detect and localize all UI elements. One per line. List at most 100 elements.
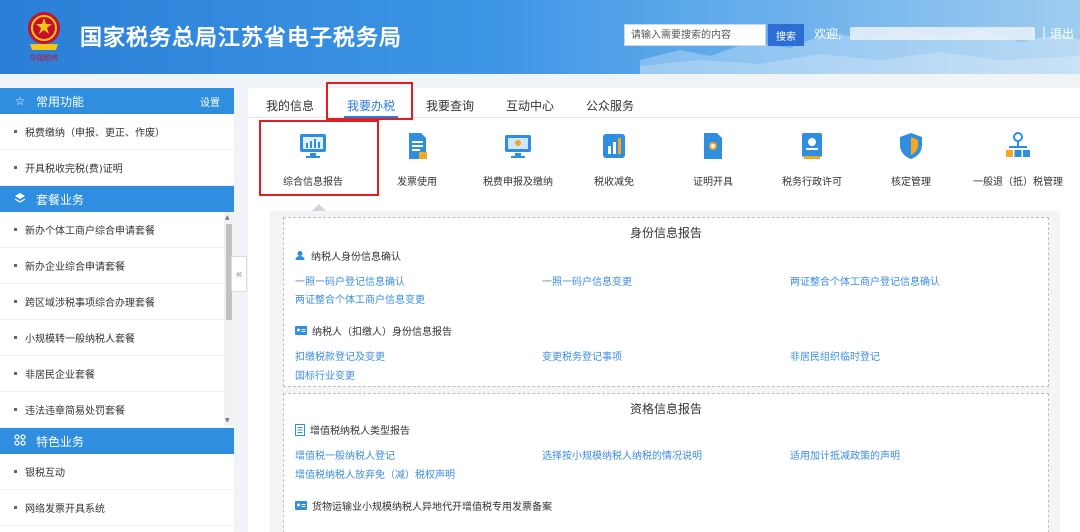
search-button[interactable]: 搜索 bbox=[768, 24, 804, 46]
layers-icon bbox=[12, 192, 28, 207]
function-tax-reduction[interactable]: 税收减免 bbox=[566, 132, 662, 188]
sidebar-item-label: 网络发票开具系统 bbox=[25, 504, 105, 515]
identity-report-heading: 纳税人（扣缴人）身份信息报告 bbox=[295, 323, 452, 338]
tab-query[interactable]: 我要查询 bbox=[426, 97, 474, 114]
shield-icon bbox=[900, 133, 922, 159]
sidebar-item-label: 税费缴纳（申报、更正、作废） bbox=[25, 128, 165, 139]
sidebar-section-common[interactable]: ☆ 常用功能 设置 bbox=[0, 88, 234, 114]
sidebar-item-tax-payment[interactable]: 税费缴纳（申报、更正、作废） bbox=[0, 114, 234, 150]
bullet-icon bbox=[14, 130, 17, 133]
bullet-icon bbox=[14, 228, 17, 231]
function-detail-panel: 身份信息报告 纳税人身份信息确认 一照一码户登记信息确认 一照一码户信息变更 两… bbox=[270, 211, 1060, 532]
site-title: 国家税务总局江苏省电子税务局 bbox=[80, 26, 403, 51]
link-small-scale-statement[interactable]: 选择按小规模纳税人纳税的情况说明 bbox=[542, 447, 702, 462]
sidebar-item-package[interactable]: 非居民企业套餐 bbox=[0, 356, 234, 392]
grid-icon bbox=[12, 433, 28, 449]
sub-heading-label: 增值税纳税人类型报告 bbox=[310, 426, 410, 437]
sidebar-item-label: 违法违章简易处罚套餐 bbox=[25, 406, 125, 417]
function-tax-declaration[interactable]: 税费申报及缴纳 bbox=[470, 132, 566, 188]
id-card-icon bbox=[295, 326, 307, 335]
bullet-icon bbox=[14, 408, 17, 411]
function-admin-license[interactable]: 税务行政许可 bbox=[764, 132, 860, 188]
qualification-report-box: 资格信息报告 增值税纳税人类型报告 增值税一般纳税人登记 选择按小规模纳税人纳税… bbox=[283, 393, 1049, 532]
welcome-text: 欢迎, bbox=[814, 27, 842, 41]
sidebar-item-package[interactable]: 违法违章简易处罚套餐 bbox=[0, 392, 234, 428]
sub-heading-label: 货物运输业小规模纳税人异地代开增值税专用发票备案 bbox=[312, 502, 552, 513]
sidebar: ☆ 常用功能 设置 税费缴纳（申报、更正、作废） 开具税收完税(费)证明 套餐业… bbox=[0, 88, 234, 532]
bullet-icon bbox=[14, 372, 17, 375]
tab-highlight-box bbox=[326, 82, 413, 120]
link-vat-general-registration[interactable]: 增值税一般纳税人登记 bbox=[295, 447, 395, 462]
scroll-down-icon[interactable]: ▼ bbox=[225, 417, 230, 424]
function-label: 税收减免 bbox=[594, 177, 634, 188]
bullet-icon bbox=[14, 166, 17, 169]
section-title: 套餐业务 bbox=[36, 192, 85, 207]
section-title: 常用功能 bbox=[36, 94, 85, 109]
sidebar-item-package[interactable]: 跨区域涉税事项综合办理套餐 bbox=[0, 284, 234, 320]
license-icon bbox=[802, 133, 822, 159]
sidebar-item-package[interactable]: 新办个体工商户综合申请套餐 bbox=[0, 212, 234, 248]
svg-text:中国税务: 中国税务 bbox=[30, 53, 58, 62]
package-list: 新办个体工商户综合申请套餐 新办企业综合申请套餐 跨区域涉税事项综合办理套餐 小… bbox=[0, 212, 234, 428]
sidebar-item-label: 非居民企业套餐 bbox=[25, 370, 95, 381]
panel-pointer bbox=[312, 204, 326, 211]
sub-heading-label: 纳税人（扣缴人）身份信息报告 bbox=[312, 327, 452, 338]
sidebar-item-package[interactable]: 小规模转一般纳税人套餐 bbox=[0, 320, 234, 356]
function-certificate-issuing[interactable]: 证明开具 bbox=[665, 132, 761, 188]
logout-link[interactable]: 退出 bbox=[1050, 25, 1074, 42]
function-label: 核定管理 bbox=[891, 177, 931, 188]
certificate-icon bbox=[704, 133, 722, 159]
star-icon: ☆ bbox=[14, 94, 26, 108]
sidebar-section-packages[interactable]: 套餐业务 bbox=[0, 186, 234, 212]
tab-interaction[interactable]: 互动中心 bbox=[506, 97, 554, 114]
section-title: 特色业务 bbox=[36, 434, 85, 449]
id-card-icon bbox=[295, 501, 307, 510]
link-individual-info-change[interactable]: 两证整合个体工商户信息变更 bbox=[295, 291, 425, 306]
function-highlight-box bbox=[259, 120, 379, 196]
top-banner: 中国税务 国家税务总局江苏省电子税务局 搜索 欢迎, | 退出 bbox=[0, 0, 1080, 74]
sidebar-item-label: 新办企业综合申请套餐 bbox=[25, 262, 125, 273]
function-label: 发票使用 bbox=[397, 177, 437, 188]
scroll-up-icon[interactable]: ▲ bbox=[225, 214, 230, 221]
search-input[interactable] bbox=[624, 24, 766, 46]
sidebar-scrollbar[interactable]: ▲ ▼ bbox=[224, 212, 234, 426]
link-waive-exemption-statement[interactable]: 增值税纳税人放弃免（减）税权声明 bbox=[295, 466, 455, 481]
function-tax-refund[interactable]: 一般退（抵）税管理 bbox=[960, 132, 1076, 188]
bullet-icon bbox=[14, 506, 17, 509]
sidebar-item-online-invoice[interactable]: 网络发票开具系统 bbox=[0, 490, 234, 526]
sidebar-item-tax-certificate[interactable]: 开具税收完税(费)证明 bbox=[0, 150, 234, 186]
tab-my-info[interactable]: 我的信息 bbox=[266, 97, 314, 114]
national-tax-emblem-icon: 中国税务 bbox=[28, 12, 60, 62]
logout-separator: | bbox=[1042, 25, 1047, 39]
vat-type-heading: 增值税纳税人类型报告 bbox=[295, 422, 410, 437]
sidebar-section-featured[interactable]: 特色业务 bbox=[0, 428, 234, 454]
org-tree-icon bbox=[1006, 132, 1030, 157]
link-unified-registration-confirm[interactable]: 一照一码户登记信息确认 bbox=[295, 273, 405, 288]
invoice-icon bbox=[409, 133, 427, 159]
function-invoice-usage[interactable]: 发票使用 bbox=[369, 132, 465, 188]
function-label: 证明开具 bbox=[693, 177, 733, 188]
sidebar-collapse-button[interactable]: « bbox=[231, 256, 247, 292]
sidebar-item-package[interactable]: 新办企业综合申请套餐 bbox=[0, 248, 234, 284]
link-industry-change[interactable]: 国标行业变更 bbox=[295, 367, 355, 382]
user-search-icon bbox=[295, 250, 306, 261]
settings-link[interactable]: 设置 bbox=[200, 94, 220, 109]
bar-chart-icon bbox=[603, 134, 625, 158]
user-name-redacted bbox=[850, 27, 1035, 40]
tab-public-service[interactable]: 公众服务 bbox=[586, 97, 634, 114]
link-additional-deduction-statement[interactable]: 适用加计抵减政策的声明 bbox=[790, 447, 900, 462]
monitor-icon bbox=[505, 135, 531, 158]
link-change-registration[interactable]: 变更税务登记事项 bbox=[542, 348, 622, 363]
function-label: 税务行政许可 bbox=[782, 177, 842, 188]
bullet-icon bbox=[14, 336, 17, 339]
sidebar-item-bank-tax[interactable]: 银税互动 bbox=[0, 454, 234, 490]
bullet-icon bbox=[14, 470, 17, 473]
link-unified-info-change[interactable]: 一照一码户信息变更 bbox=[542, 273, 632, 288]
link-individual-registration-confirm[interactable]: 两证整合个体工商户登记信息确认 bbox=[790, 273, 940, 288]
function-assessment-management[interactable]: 核定管理 bbox=[863, 132, 959, 188]
main-panel: 我的信息 我要办税 我要查询 互动中心 公众服务 综合信息报告 发票使用 税费申… bbox=[248, 82, 1080, 532]
identity-confirm-heading: 纳税人身份信息确认 bbox=[295, 248, 401, 263]
link-nonresident-temporary-registration[interactable]: 非居民组织临时登记 bbox=[790, 348, 880, 363]
link-withholding-registration[interactable]: 扣缴税款登记及变更 bbox=[295, 348, 385, 363]
transport-invoice-heading: 货物运输业小规模纳税人异地代开增值税专用发票备案 bbox=[295, 498, 552, 513]
